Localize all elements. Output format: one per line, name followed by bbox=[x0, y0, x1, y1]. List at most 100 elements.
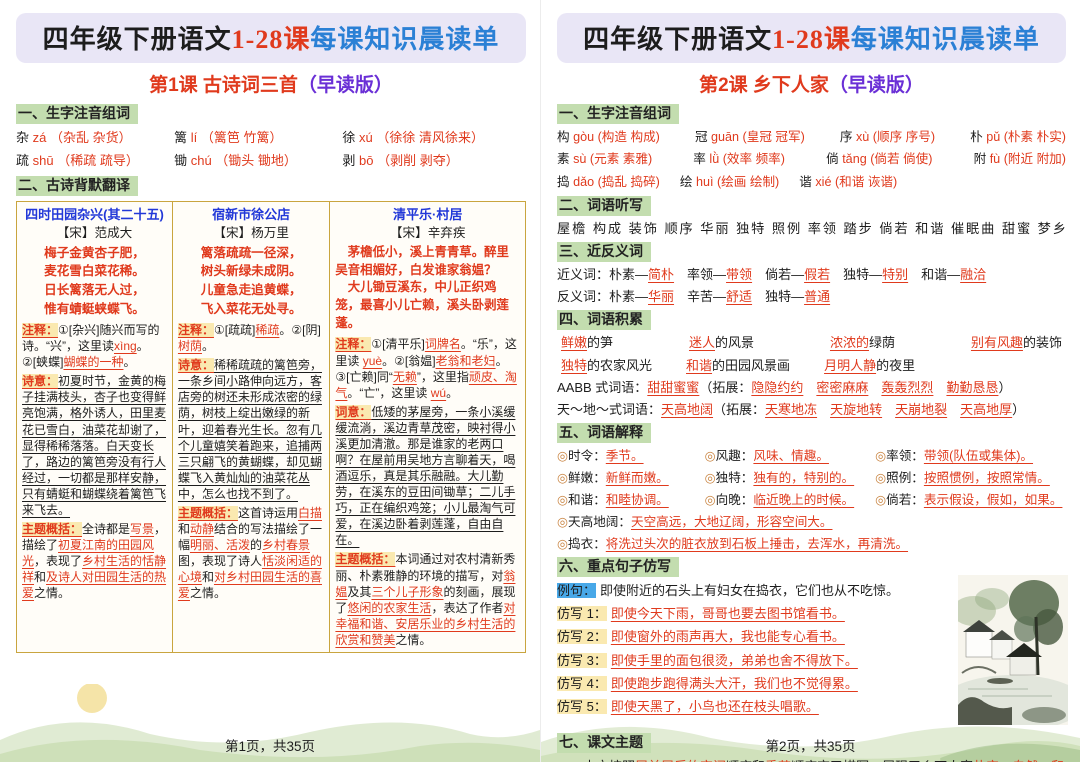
definition-item: ◎时令：季节。 bbox=[557, 449, 644, 464]
section-heading-poems: 二、古诗背默翻译 bbox=[16, 176, 138, 197]
word-entry: 率 lǜ (效率 频率) bbox=[693, 152, 785, 167]
poem-author: 【宋】范成大 bbox=[56, 225, 133, 240]
theme-paragraph: 本文按照屋前屋后的空间顺序和季节顺序交叉描写，展现了乡下人家朴实、自然、和谐的生… bbox=[557, 756, 1066, 762]
tiandi-words-line: 天～地～式词语：天高地阔（拓展：天寒地冻 天旋地转 天崩地裂 天高地厚） bbox=[557, 402, 1026, 418]
section-heading-imitation: 六、重点句子仿写 bbox=[557, 557, 679, 578]
imitation-sentence-3: 仿写 3： 即使手里的面包很烫，弟弟也舍不得放下。 bbox=[557, 652, 858, 668]
page-number-footer: 第2页，共35页 bbox=[765, 739, 856, 754]
poem-line: 麦花雪白菜花稀。 bbox=[44, 264, 145, 279]
word-entry: 倘 tǎng (倘若 倘使) bbox=[826, 152, 933, 167]
synonyms-line: 近义词：朴素—简朴 率领—带领 倘若—假若 独特—特别 和谐—融洽 bbox=[557, 266, 987, 282]
page-2: 四年级下册语文1-28课每课知识晨读单 第2课 乡下人家（早读版） 一、生字注音… bbox=[540, 0, 1080, 762]
word-entry: 构 gòu (构造 构成) bbox=[557, 129, 660, 144]
word-entry: 徐 xú （徐徐 清风徐来） bbox=[342, 129, 484, 145]
word-entry: 篱 lí （篱笆 竹篱） bbox=[174, 129, 283, 145]
imitation-sentence-5: 仿写 5： 即使天黑了，小鸟也还在枝头唱歌。 bbox=[557, 698, 819, 714]
poem-stanza: 茅檐低小，溪上青青草。醉里吴音相媚好，白发谁家翁媪？ bbox=[335, 244, 509, 277]
definition-item: ◎向晚：临近晚上的时候。 bbox=[704, 493, 855, 508]
definition-grid: ◎时令：季节。 ◎风趣：风味、情趣。 ◎率领：带领(队伍或集体)。 ◎鲜嫩：新鲜… bbox=[557, 445, 1066, 511]
poem-line: 树头新绿未成阴。 bbox=[200, 264, 302, 279]
summary-paragraph: 主题概括：本词通过对农村清新秀丽、朴素雅静的环境的描写，对翁媪及其三个儿子形象的… bbox=[335, 552, 516, 647]
annotation-paragraph: 注释：①[清平乐]词牌名。“乐”，这里读 yuè。②[翁媪]老翁和老妇。③[亡赖… bbox=[335, 337, 517, 400]
collocation-item: 别有风趣的装饰 bbox=[970, 334, 1062, 350]
collocation-item: 鲜嫩的笋 bbox=[561, 334, 614, 350]
collocation-row: 独特的农家风光 和谐的田园风景画 月明人静的夜里 bbox=[557, 355, 1066, 378]
poem-line: 飞入菜花无处寻。 bbox=[200, 302, 302, 317]
section-heading-accumulation: 四、词语积累 bbox=[557, 309, 651, 330]
word-entry: 杂 zá （杂乱 杂货） bbox=[16, 129, 132, 145]
pinyin-word-row: 捣 dǎo (捣乱 捣碎) 绘 huì (绘画 绘制) 谐 xié (和谐 诙谐… bbox=[557, 171, 1066, 194]
poem-line: 篱落疏疏一径深， bbox=[200, 245, 302, 260]
pinyin-word-row: 构 gòu (构造 构成) 冠 guān (皇冠 冠军) 序 xù (顺序 序号… bbox=[557, 126, 1066, 149]
definition-item: ◎倘若：表示假设，假如，如果。 bbox=[875, 493, 1063, 508]
poem-title: 宿新市徐公店 bbox=[212, 207, 291, 223]
poem-author: 【宋】杨万里 bbox=[213, 225, 289, 240]
collocation-item: 月明人静的夜里 bbox=[824, 357, 916, 373]
poem-table: 四时田园杂兴(其二十五) 【宋】范成大 梅子金黄杏子肥， 麦花雪白菜花稀。 日长… bbox=[16, 201, 526, 653]
annotation-paragraph: 注释：①[杂兴]随兴而写的诗。“兴”，这里读xìng。②[蛱蝶]蝴蝶的一种。 bbox=[22, 323, 160, 370]
imitation-sentence-4: 仿写 4： 即使跑步跑得满头大汗，我们也不觉得累。 bbox=[557, 675, 858, 691]
dictation-words: 屋檐 构成 装饰 顺序 华丽 独特 照例 率领 踏步 倘若 和谐 催眠曲 甜蜜 … bbox=[557, 220, 1066, 236]
poem-column-2: 宿新市徐公店 【宋】杨万里 篱落疏疏一径深， 树头新绿未成阴。 儿童急走追黄蝶，… bbox=[171, 202, 329, 652]
imitation-block: 例句： 即使附近的石头上有妇女在捣衣，它们也从不吃惊。 仿写 1： 即使今天下雨，哥… bbox=[557, 575, 1068, 731]
poem-stanza: 大儿锄豆溪东，中儿正织鸡笼，最喜小儿亡赖，溪头卧剥莲蓬。 bbox=[335, 280, 509, 331]
page-number-footer: 第1页，共35页 bbox=[224, 739, 316, 754]
imitation-sentence-1: 仿写 1： 即使今天下雨，哥哥也要去图书馆看书。 bbox=[557, 606, 845, 622]
collocation-item: 独特的农家风光 bbox=[561, 357, 653, 373]
antonyms-line: 反义词：朴素—华丽 辛苦—舒适 独特—普通 bbox=[557, 288, 831, 304]
definition-item: ◎鲜嫩：新鲜而嫩。 bbox=[557, 471, 669, 486]
word-entry: 朴 pǔ (朴素 朴实) bbox=[970, 129, 1066, 144]
page-2-content: 四年级下册语文1-28课每课知识晨读单 第2课 乡下人家（早读版） 一、生字注音… bbox=[557, 13, 1068, 762]
word-entry: 疏 shū （稀疏 疏导） bbox=[16, 152, 139, 168]
collocation-item: 迷人的风景 bbox=[688, 334, 755, 350]
poem-author: 【宋】辛弃疾 bbox=[389, 225, 466, 240]
pinyin-word-row: 素 sù (元素 素雅) 率 lǜ (效率 频率) 倘 tǎng (倘若 倘使)… bbox=[557, 148, 1066, 171]
word-entry: 冠 guān (皇冠 冠军) bbox=[694, 129, 805, 144]
word-entry: 剥 bō （剥削 剥夺） bbox=[342, 152, 459, 168]
word-entry: 素 sù (元素 素雅) bbox=[557, 152, 653, 167]
imitation-sentence-2: 仿写 2： 即使窗外的雨声再大，我也能专心看书。 bbox=[557, 629, 845, 645]
page-1: 四年级下册语文1-28课每课知识晨读单 第1课 古诗词三首（早读版） 一、生字注… bbox=[0, 0, 540, 762]
meaning-paragraph: 诗意：稀稀疏疏的篱笆旁，一条乡间小路伸向远方，客店旁的树还未形成浓密的绿荫，树枝… bbox=[177, 358, 322, 501]
poem-title: 四时田园杂兴(其二十五) bbox=[25, 207, 164, 223]
poem-column-3: 清平乐·村居 【宋】辛弃疾 茅檐低小，溪上青青草。醉里吴音相媚好，白发谁家翁媪？… bbox=[329, 202, 525, 652]
poem-line: 惟有蜻蜓蛱蝶飞。 bbox=[44, 302, 145, 317]
meaning-paragraph: 词意：低矮的茅屋旁，一条小溪缓缓流淌，溪边青草茂密，映衬得小溪更加清澈。那是谁家… bbox=[335, 404, 516, 548]
word-entry: 附 fù (附近 附加) bbox=[973, 152, 1066, 167]
section-heading-definitions: 五、词语解释 bbox=[557, 423, 651, 444]
sheet-title: 四年级下册语文1-28课每课知识晨读单 bbox=[557, 13, 1066, 63]
poem-line: 梅子金黄杏子肥， bbox=[44, 245, 145, 260]
meaning-paragraph: 诗意：初夏时节，金黄的梅子挂满枝头，杏子也变得鲜亮饱满，格外诱人，田里麦花已雪白… bbox=[22, 374, 167, 517]
definition-item: ◎风趣：风味、情趣。 bbox=[704, 449, 829, 464]
section-heading-synonyms: 三、近反义词 bbox=[557, 242, 651, 262]
page-1-content: 四年级下册语文1-28课每课知识晨读单 第1课 古诗词三首（早读版） 一、生字注… bbox=[16, 13, 526, 653]
collocation-item: 和谐的田园风景画 bbox=[686, 357, 791, 373]
poem-column-1: 四时田园杂兴(其二十五) 【宋】范成大 梅子金黄杏子肥， 麦花雪白菜花稀。 日长… bbox=[17, 202, 172, 652]
section-heading-pinyin-words: 一、生字注音组词 bbox=[557, 104, 679, 124]
definition-item: ◎独特：独有的，特别的。 bbox=[704, 471, 855, 486]
worksheet-spread: 四年级下册语文1-28课每课知识晨读单 第1课 古诗词三首（早读版） 一、生字注… bbox=[0, 0, 1080, 762]
definition-item: ◎和谐：和睦协调。 bbox=[557, 493, 669, 508]
example-sentence: 例句： 即使附近的石头上有妇女在捣衣，它们也从不吃惊。 bbox=[557, 583, 900, 599]
aabb-words-line: AABB 式词语：甜甜蜜蜜（拓展：隐隐约约 密密麻麻 轰轰烈烈 勤勤恳恳） bbox=[557, 380, 1012, 396]
poem-line: 日长篱落无人过， bbox=[44, 283, 145, 298]
annotation-paragraph: 注释：①[疏疏]稀疏。②[阴]树荫。 bbox=[177, 323, 321, 354]
definition-item: ◎率领：带领(队伍或集体)。 bbox=[875, 449, 1034, 464]
poem-line: 儿童急走追黄蝶， bbox=[200, 283, 302, 298]
definition-item: ◎天高地阔：天空高远，大地辽阔，形容空间大。 bbox=[557, 515, 833, 530]
pinyin-word-grid: 杂 zá （杂乱 杂货） 篱 lí （篱笆 竹篱） 徐 xú （徐徐 清风徐来）… bbox=[16, 127, 526, 173]
sheet-title: 四年级下册语文1-28课每课知识晨读单 bbox=[16, 13, 526, 63]
section-heading-pinyin-words: 一、生字注音组词 bbox=[16, 104, 138, 124]
word-entry: 锄 chú （锄头 锄地） bbox=[174, 152, 297, 168]
lesson-1-title: 第1课 古诗词三首（早读版） bbox=[149, 75, 393, 96]
definition-item: ◎照例：按照惯例，按照常情。 bbox=[875, 471, 1050, 486]
lesson-2-title: 第2课 乡下人家（早读版） bbox=[699, 75, 924, 96]
collocation-item: 浓浓的绿荫 bbox=[829, 334, 895, 350]
section-heading-dictation: 二、词语听写 bbox=[557, 195, 651, 216]
word-entry: 绘 huì (绘画 绘制) bbox=[679, 175, 780, 190]
village-painting bbox=[958, 575, 1068, 726]
word-entry: 捣 dǎo (捣乱 捣碎) bbox=[557, 175, 660, 190]
word-entry: 谐 xié (和谐 诙谐) bbox=[799, 175, 898, 190]
definition-item: ◎捣衣：将洗过头次的脏衣放到石板上捶击，去浑水，再清洗。 bbox=[557, 537, 909, 552]
collocation-row: 鲜嫩的笋 迷人的风景 浓浓的绿荫 别有风趣的装饰 bbox=[557, 332, 1066, 355]
